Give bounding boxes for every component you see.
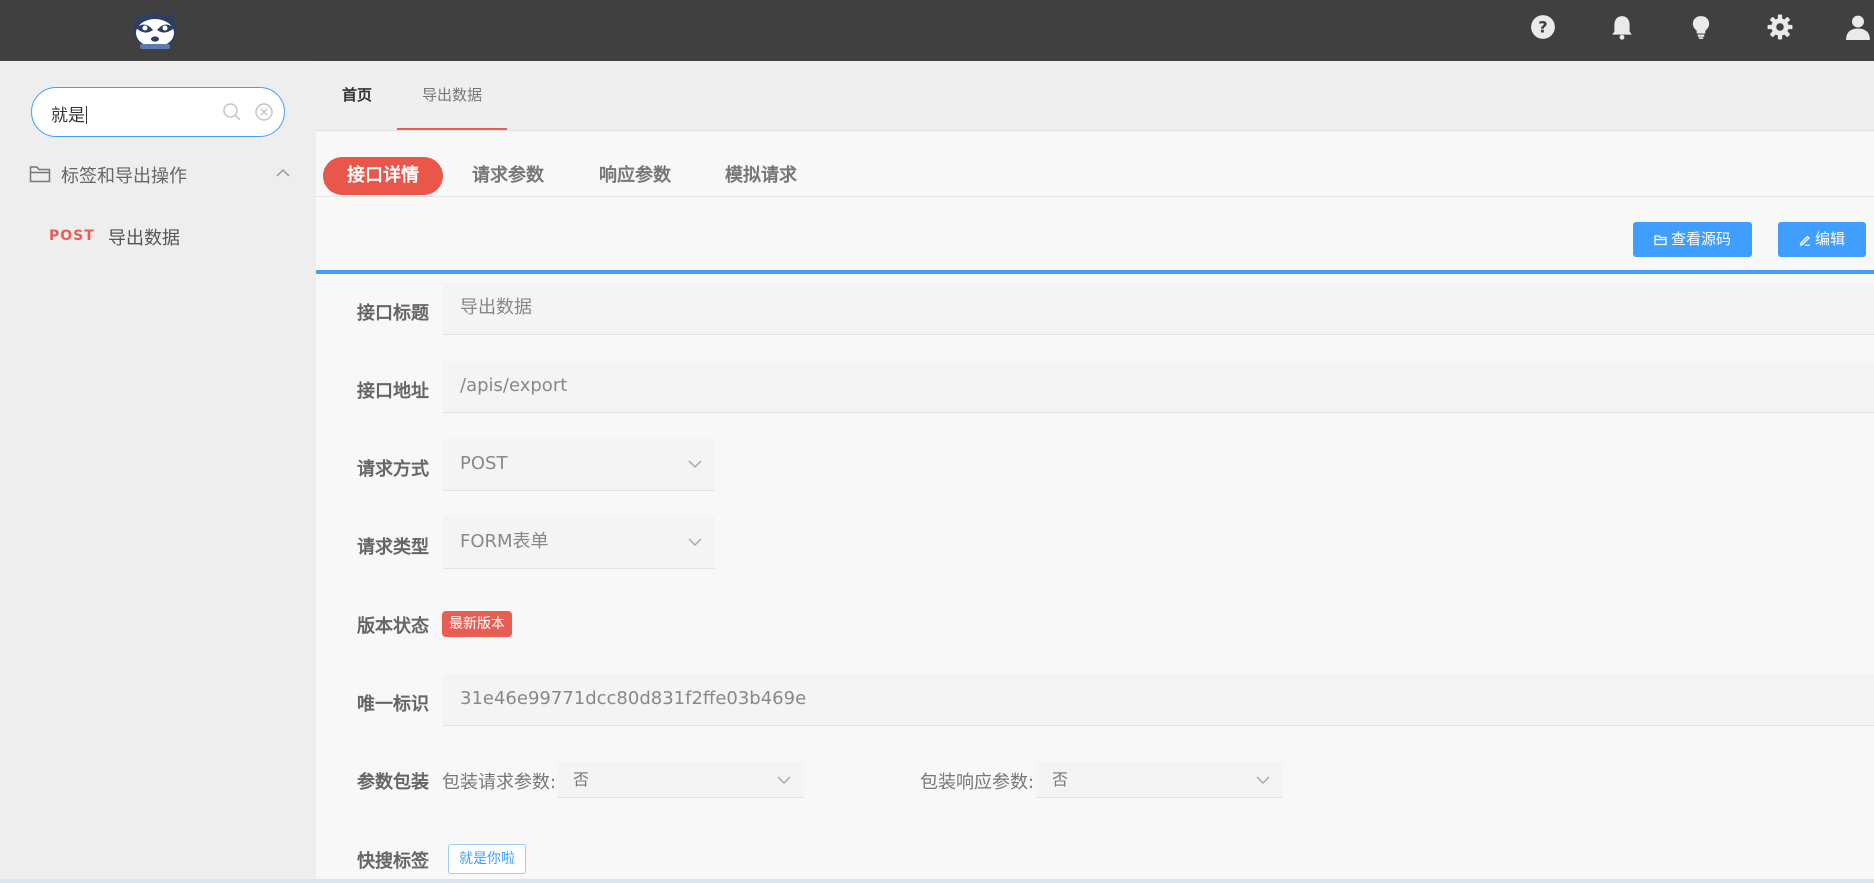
tab-home[interactable]: 首页 <box>342 84 372 105</box>
folder-icon <box>29 166 51 183</box>
method-label: 请求方式 <box>357 459 429 480</box>
wrap-response-select[interactable]: 否 <box>1036 762 1283 798</box>
folder-open-icon <box>1654 235 1667 246</box>
main-content: 首页 导出数据 接口详情 请求参数 响应参数 模拟请求 查看源码 编辑 接口标题… <box>316 61 1874 879</box>
section-divider <box>316 270 1874 274</box>
edit-label: 编辑 <box>1814 230 1845 248</box>
detail-tabs: 接口详情 请求参数 响应参数 模拟请求 <box>316 155 1874 197</box>
search-tag[interactable]: 就是你啦 <box>448 844 526 874</box>
url-field[interactable]: /apis/export <box>443 361 1874 413</box>
type-label: 请求类型 <box>357 537 429 558</box>
type-select-value: FORM表单 <box>460 531 549 552</box>
chevron-down-icon <box>688 538 702 547</box>
method-badge: POST <box>49 228 95 244</box>
active-tab-indicator <box>397 128 507 130</box>
wrap-request-value: 否 <box>573 770 590 789</box>
svg-text:?: ? <box>1538 17 1547 36</box>
tab-mock-request[interactable]: 模拟请求 <box>725 157 797 195</box>
chevron-up-icon[interactable] <box>275 166 291 180</box>
title-label: 接口标题 <box>357 303 429 324</box>
method-select-value: POST <box>460 453 508 474</box>
text-caret <box>86 106 87 124</box>
search-input-value[interactable]: 就是 <box>51 101 87 126</box>
top-bar: ? <box>0 0 1874 61</box>
version-badge: 最新版本 <box>442 611 512 637</box>
wrap-response-value: 否 <box>1052 770 1069 789</box>
wrap-request-label: 包装请求参数: <box>442 772 557 793</box>
bell-icon[interactable] <box>1609 14 1635 40</box>
sidebar-item-export-data[interactable]: POST 导出数据 <box>49 221 289 253</box>
wrap-label: 参数包装 <box>357 772 429 793</box>
method-select[interactable]: POST <box>443 439 715 491</box>
user-icon[interactable] <box>1845 14 1871 40</box>
tags-label: 快搜标签 <box>357 851 429 872</box>
help-icon[interactable]: ? <box>1530 14 1556 40</box>
uid-label: 唯一标识 <box>357 694 429 715</box>
sidebar-group-tags-export[interactable]: 标签和导出操作 <box>29 158 299 194</box>
clear-icon[interactable] <box>254 102 274 122</box>
tab-request-params[interactable]: 请求参数 <box>472 157 544 195</box>
sidebar-item-label: 导出数据 <box>108 228 180 249</box>
chevron-down-icon <box>688 460 702 469</box>
uid-field[interactable]: 31e46e99771dcc80d831f2ffe03b469e <box>443 674 1874 726</box>
search-icon[interactable] <box>222 102 242 122</box>
page-tabs: 首页 导出数据 <box>316 61 1874 131</box>
sidebar: 就是 标签和导出操作 POST 导出数据 <box>0 61 316 879</box>
chevron-down-icon <box>777 776 791 785</box>
tab-api-detail[interactable]: 接口详情 <box>323 157 443 195</box>
gear-icon[interactable] <box>1767 14 1793 40</box>
wrap-request-select[interactable]: 否 <box>557 762 804 798</box>
type-select[interactable]: FORM表单 <box>443 517 715 569</box>
sidebar-group-label: 标签和导出操作 <box>61 166 187 187</box>
url-label: 接口地址 <box>357 381 429 402</box>
tab-export-data[interactable]: 导出数据 <box>422 84 482 105</box>
view-source-label: 查看源码 <box>1670 230 1731 248</box>
search-input[interactable]: 就是 <box>31 87 285 137</box>
bottom-border <box>0 879 1874 883</box>
tab-response-params[interactable]: 响应参数 <box>599 157 671 195</box>
title-field[interactable]: 导出数据 <box>443 283 1874 335</box>
lightbulb-icon[interactable] <box>1688 14 1714 40</box>
pencil-icon <box>1799 235 1810 246</box>
wrap-response-label: 包装响应参数: <box>920 772 1035 793</box>
chevron-down-icon <box>1256 776 1270 785</box>
raccoon-logo[interactable] <box>128 6 182 52</box>
view-source-button[interactable]: 查看源码 <box>1633 222 1752 257</box>
version-label: 版本状态 <box>357 616 429 637</box>
edit-button[interactable]: 编辑 <box>1778 222 1866 257</box>
